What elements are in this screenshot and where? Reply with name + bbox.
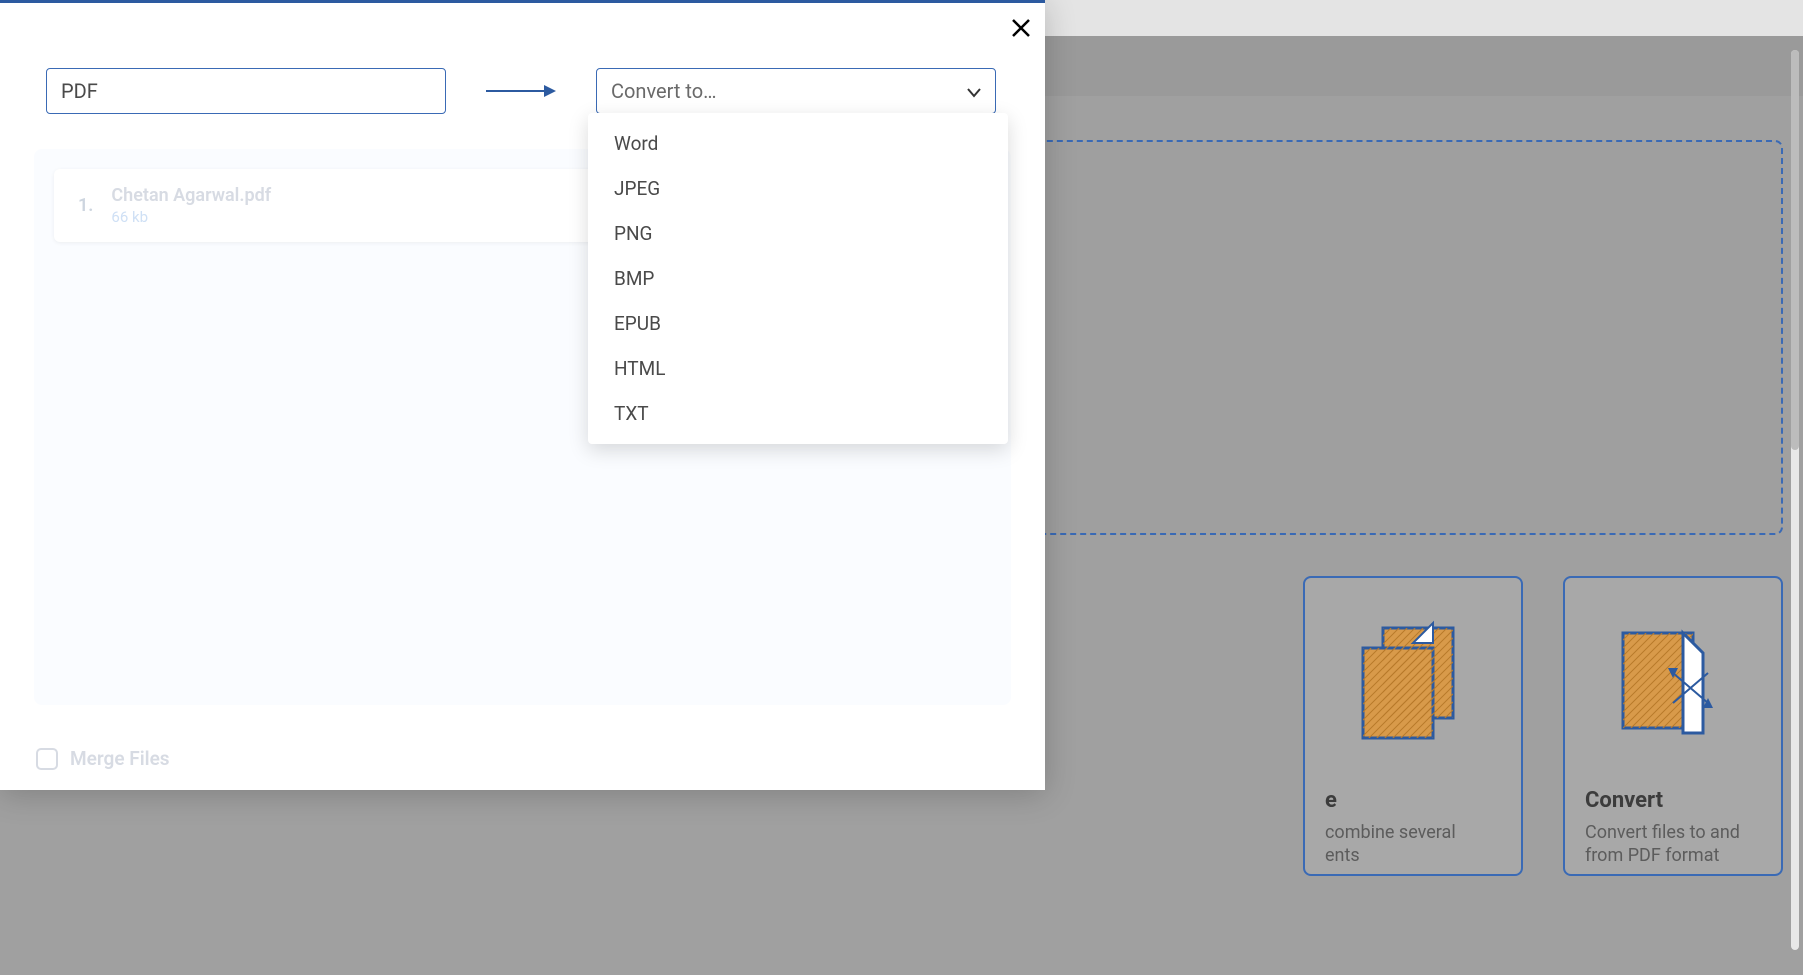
convert-modal: PDF Convert to… 1. Chetan Agarwal.pdf 66…	[0, 0, 1045, 790]
target-format-select[interactable]: Convert to…	[596, 68, 996, 114]
source-format-value: PDF	[61, 79, 98, 103]
card-merge[interactable]: e combine several ents	[1303, 576, 1523, 876]
vertical-scrollbar[interactable]	[1791, 50, 1799, 950]
target-format-dropdown: Word JPEG PNG BMP EPUB HTML TXT	[588, 113, 1008, 444]
dropdown-option-epub[interactable]: EPUB	[588, 301, 1008, 346]
dropdown-option-png[interactable]: PNG	[588, 211, 1008, 256]
arrow-icon	[446, 81, 596, 101]
merge-checkbox[interactable]	[36, 748, 58, 770]
dropdown-option-word[interactable]: Word	[588, 121, 1008, 166]
scrollbar-thumb[interactable]	[1791, 50, 1799, 450]
dropdown-option-jpeg[interactable]: JPEG	[588, 166, 1008, 211]
dropdown-option-bmp[interactable]: BMP	[588, 256, 1008, 301]
target-format-placeholder: Convert to…	[611, 79, 717, 103]
card-merge-desc: combine several ents	[1325, 821, 1456, 868]
file-index: 1.	[78, 195, 93, 216]
convert-icon	[1613, 618, 1733, 758]
merge-files-option[interactable]: Merge Files	[36, 747, 170, 770]
dropdown-option-txt[interactable]: TXT	[588, 391, 1008, 436]
source-format-select[interactable]: PDF	[46, 68, 446, 114]
close-icon	[1011, 12, 1031, 45]
merge-label: Merge Files	[70, 747, 170, 770]
file-name: Chetan Agarwal.pdf	[111, 185, 271, 206]
merge-icon	[1353, 618, 1473, 758]
card-merge-title: e	[1325, 788, 1337, 813]
chevron-down-icon	[967, 79, 981, 103]
card-convert-desc: Convert files to and from PDF format	[1585, 821, 1761, 868]
file-size: 66 kb	[111, 208, 271, 226]
file-info: Chetan Agarwal.pdf 66 kb	[111, 185, 271, 226]
close-button[interactable]	[1011, 15, 1031, 43]
card-convert-title: Convert	[1585, 788, 1663, 813]
dropdown-option-html[interactable]: HTML	[588, 346, 1008, 391]
card-convert[interactable]: Convert Convert files to and from PDF fo…	[1563, 576, 1783, 876]
conversion-header: PDF Convert to…	[46, 67, 999, 115]
